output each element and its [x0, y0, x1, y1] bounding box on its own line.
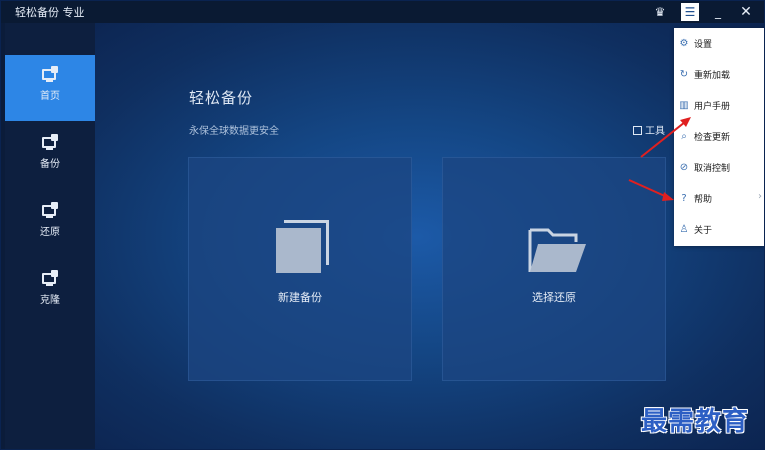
main-panel: 轻松备份 永保全球数据更安全 工具 新建备份 选择还原 [95, 23, 764, 449]
sidebar-item-restore[interactable]: 还原 [5, 191, 95, 257]
new-backup-card[interactable]: 新建备份 [188, 157, 412, 381]
menu-item-about[interactable]: ♙ 关于 [674, 214, 764, 245]
main-menu-dropdown: ⚙ 设置 ↻ 重新加载 ▥ 用户手册 ⌕ 检查更新 ⊘ 取消控制 ? 帮助 › … [674, 28, 764, 246]
backup-monitor-icon [42, 134, 58, 151]
select-restore-label: 选择还原 [532, 291, 576, 304]
tools-label: 工具 [645, 126, 665, 137]
menu-item-reload[interactable]: ↻ 重新加载 [674, 59, 764, 90]
page-subtitle: 永保全球数据更安全 [189, 126, 279, 137]
sidebar: 首页 备份 还原 克隆 [5, 23, 95, 449]
user-icon: ♙ [679, 224, 689, 235]
help-icon: ? [681, 193, 687, 204]
sidebar-item-label: 备份 [40, 159, 60, 170]
menu-item-label: 设置 [694, 40, 713, 50]
sidebar-item-label: 克隆 [40, 295, 60, 306]
close-button[interactable]: ✕ [737, 3, 755, 21]
menu-item-label: 取消控制 [694, 164, 731, 174]
menu-item-label: 检查更新 [694, 133, 731, 143]
menu-icon[interactable]: ☰ [681, 3, 699, 21]
title-bar: 轻松备份 专业 ♛ ☰ _ ✕ [1, 1, 764, 23]
menu-item-help[interactable]: ? 帮助 › [674, 183, 764, 214]
watermark: 最需教育 [641, 407, 750, 437]
cancel-icon: ⊘ [679, 162, 689, 173]
sidebar-item-home[interactable]: 首页 [5, 55, 95, 121]
menu-item-settings[interactable]: ⚙ 设置 [674, 28, 764, 59]
menu-item-user-manual[interactable]: ▥ 用户手册 [674, 90, 764, 121]
menu-item-label: 用户手册 [694, 102, 731, 112]
crown-icon[interactable]: ♛ [651, 3, 669, 21]
sidebar-item-clone[interactable]: 克隆 [5, 259, 95, 325]
tools-button[interactable]: 工具 [633, 122, 665, 137]
app-title: 轻松备份 专业 [15, 6, 85, 19]
restore-monitor-icon [42, 202, 58, 219]
new-backup-label: 新建备份 [278, 291, 322, 304]
chevron-right-icon: › [758, 191, 762, 202]
copy-icon [276, 220, 330, 274]
folder-open-icon [528, 228, 586, 272]
sidebar-item-label: 还原 [40, 227, 60, 238]
minimize-button[interactable]: _ [709, 3, 727, 21]
sidebar-item-label: 首页 [40, 91, 60, 102]
menu-item-label: 帮助 [694, 195, 713, 205]
gear-icon: ⚙ [679, 38, 689, 49]
page-title: 轻松备份 [189, 89, 254, 107]
reload-icon: ↻ [679, 69, 689, 80]
select-restore-card[interactable]: 选择还原 [442, 157, 666, 381]
search-icon: ⌕ [681, 131, 687, 142]
menu-item-label: 重新加载 [694, 71, 731, 81]
app-window: 轻松备份 专业 ♛ ☰ _ ✕ 首页 备份 还原 克隆 轻松备份 永保全球数据更… [0, 0, 765, 450]
menu-item-label: 关于 [694, 226, 713, 236]
menu-item-cancel-control[interactable]: ⊘ 取消控制 [674, 152, 764, 183]
home-monitor-icon [42, 66, 58, 83]
manual-icon: ▥ [679, 100, 689, 111]
menu-item-check-update[interactable]: ⌕ 检查更新 [674, 121, 764, 152]
clone-monitor-icon [42, 270, 58, 287]
grid-icon [633, 126, 642, 135]
sidebar-item-backup[interactable]: 备份 [5, 123, 95, 189]
